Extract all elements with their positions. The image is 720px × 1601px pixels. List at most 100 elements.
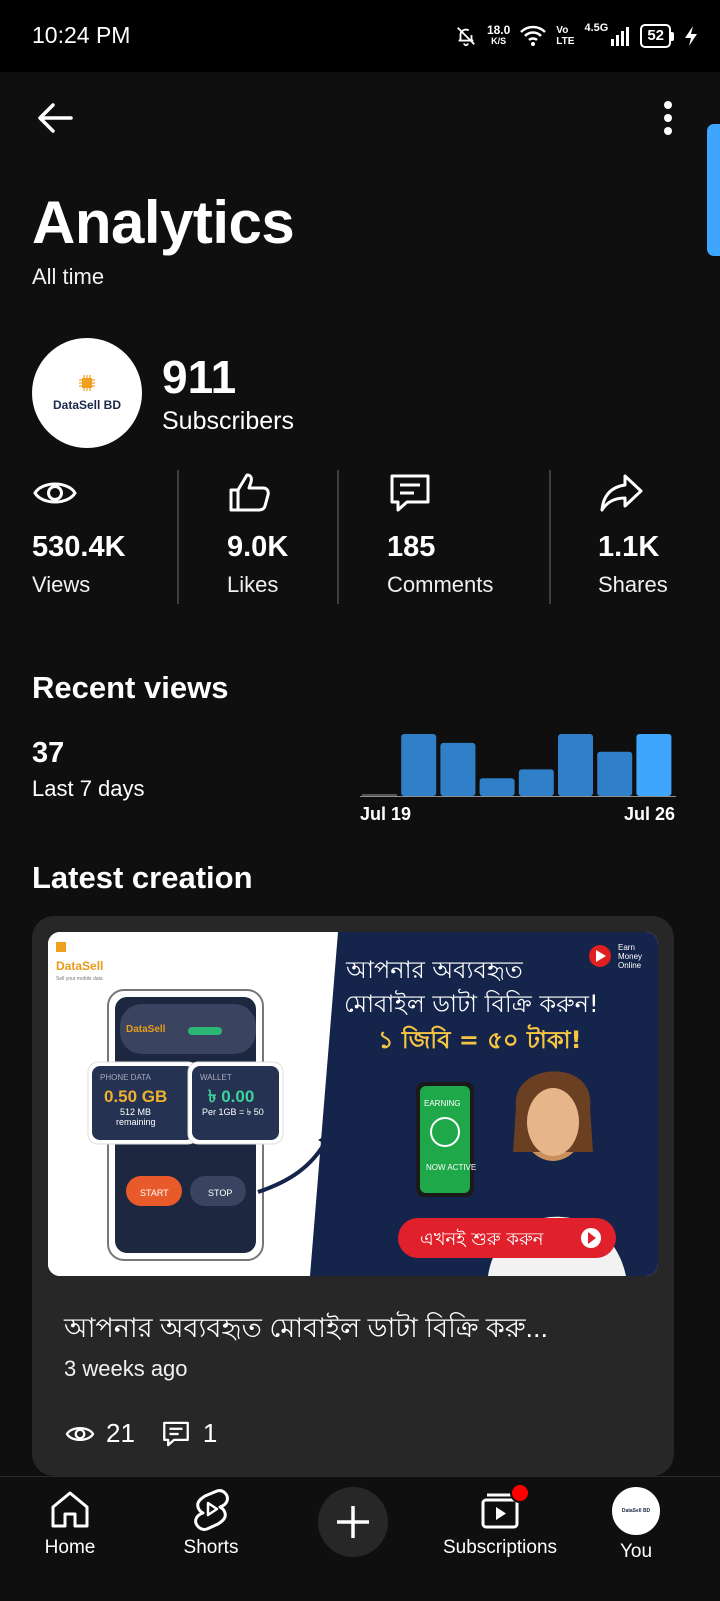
recent-views-chart[interactable]: Jul 19 Jul 26	[360, 730, 676, 830]
eye-icon	[65, 1426, 95, 1441]
stat-divider	[549, 470, 551, 604]
network-speed: 18.0 K/S	[486, 23, 511, 46]
chart-bar	[597, 751, 633, 796]
chart-tick-label: Jul 26	[624, 804, 675, 824]
chip-logo-icon	[79, 375, 95, 391]
recent-views-period: Last 7 days	[32, 776, 145, 801]
nav-subscriptions-label: Subscriptions	[442, 1537, 558, 1558]
brand-chip-icon	[56, 942, 66, 952]
chart-bar	[636, 734, 672, 796]
svg-text:PHONE DATA: PHONE DATA	[100, 1073, 151, 1082]
share-icon	[600, 474, 643, 512]
more-options-button[interactable]	[650, 96, 686, 140]
battery-indicator: 52	[640, 24, 674, 48]
home-icon	[51, 1491, 89, 1528]
more-vertical-icon	[664, 101, 672, 135]
charging-icon	[685, 26, 697, 46]
stat-shares[interactable]: 1.1K Shares	[598, 470, 668, 604]
svg-text:NOW ACTIVE: NOW ACTIVE	[426, 1163, 476, 1172]
brand-name: DataSell	[56, 959, 103, 973]
chart-bar	[401, 734, 437, 796]
page-subtitle: All time	[32, 264, 105, 289]
shares-value: 1.1K	[598, 531, 660, 563]
thumb-headline-3: ১ জিবি = ৫০ টাকা!	[378, 1024, 582, 1054]
svg-text:৳ 0.00: ৳ 0.00	[208, 1087, 254, 1106]
svg-text:512 MB: 512 MB	[120, 1107, 151, 1117]
recent-views-heading: Recent views	[32, 670, 229, 705]
status-bar: 10:24 PM 18.0 K/S Vo LTE 4.5G 52	[0, 0, 720, 72]
views-value: 530.4K	[32, 531, 126, 563]
volte-indicator: Vo LTE	[556, 25, 575, 47]
mute-bell-icon	[457, 27, 475, 47]
thumb-headline-2: মোবাইল ডাটা বিক্রি করুন!	[344, 989, 599, 1018]
chart-tick-label: Jul 19	[360, 804, 411, 824]
stat-likes[interactable]: 9.0K Likes	[227, 470, 288, 604]
nav-shorts-label: Shorts	[183, 1537, 239, 1558]
stat-divider	[177, 470, 179, 604]
svg-text:Earn: Earn	[618, 943, 635, 952]
chart-bar	[440, 742, 476, 796]
recent-views-count: 37	[32, 737, 65, 769]
create-button[interactable]	[318, 1487, 388, 1557]
thumb-headline-1: আপনার অব্যবহৃত	[345, 956, 524, 984]
comment-icon	[163, 1421, 189, 1446]
likes-label: Likes	[227, 572, 279, 597]
svg-text:Money: Money	[618, 952, 642, 961]
stat-divider	[337, 470, 339, 604]
plus-icon	[337, 1506, 369, 1538]
shares-label: Shares	[598, 572, 668, 597]
thumbs-up-icon	[229, 473, 270, 512]
chart-bar	[362, 794, 397, 796]
svg-text:START: START	[140, 1188, 169, 1198]
latest-creation-heading: Latest creation	[32, 860, 253, 895]
subscriber-count: 911	[162, 351, 237, 403]
thumbnail-art: DataSell Sell your mobile data DataSell …	[48, 932, 658, 1276]
chart-bar	[518, 769, 554, 796]
avatar-name: DataSell BD	[52, 398, 122, 412]
signal-icon	[611, 27, 630, 46]
video-comments: 1	[202, 1418, 218, 1448]
chart-bar	[479, 778, 515, 796]
brand-tagline: Sell your mobile data	[56, 976, 103, 982]
thumb-cta: এখনই শুরু করুন	[420, 1229, 544, 1250]
video-views: 21	[106, 1418, 135, 1448]
shorts-icon	[194, 1489, 229, 1531]
page-title: Analytics	[32, 189, 295, 256]
video-title[interactable]: আপনার অব্যবহৃত মোবাইল ডাটা বিক্রি করু...	[64, 1308, 548, 1353]
comments-label: Comments	[387, 572, 494, 597]
channel-avatar[interactable]: DataSell BD	[32, 338, 142, 448]
nav-home-label: Home	[44, 1537, 96, 1558]
svg-text:STOP: STOP	[208, 1188, 232, 1198]
stat-views[interactable]: 530.4K Views	[32, 470, 126, 604]
back-arrow-icon	[38, 103, 73, 133]
video-age: 3 weeks ago	[64, 1356, 188, 1381]
network-type: 4.5G	[584, 22, 609, 34]
svg-text:0.50 GB: 0.50 GB	[104, 1087, 167, 1106]
stat-comments[interactable]: 185 Comments	[387, 470, 493, 604]
status-icons: 18.0 K/S Vo LTE 4.5G 52	[455, 18, 698, 54]
notification-dot	[510, 1483, 530, 1503]
nav-home[interactable]: Home	[40, 1487, 100, 1559]
subscriber-label: Subscribers	[162, 407, 294, 435]
you-avatar-text: DataSell BD	[621, 1508, 651, 1514]
video-thumbnail[interactable]: DataSell Sell your mobile data DataSell …	[48, 932, 658, 1276]
svg-text:remaining: remaining	[116, 1117, 156, 1127]
svg-text:WALLET: WALLET	[200, 1073, 232, 1082]
nav-shorts[interactable]: Shorts	[176, 1487, 246, 1559]
svg-text:Online: Online	[618, 961, 642, 970]
nav-subscriptions[interactable]: Subscriptions	[434, 1483, 566, 1559]
svg-text:Per 1GB = ৳ 50: Per 1GB = ৳ 50	[202, 1107, 264, 1117]
you-avatar: DataSell BD	[612, 1487, 660, 1535]
views-label: Views	[32, 572, 91, 597]
likes-value: 9.0K	[227, 531, 289, 563]
video-stats: 21 1	[64, 1418, 217, 1449]
comment-icon	[390, 474, 430, 512]
status-time: 10:24 PM	[32, 22, 131, 48]
scrollbar-thumb[interactable]	[707, 124, 720, 256]
nav-you-label: You	[619, 1541, 653, 1562]
svg-text:DataSell: DataSell	[126, 1024, 166, 1035]
svg-text:EARNING: EARNING	[424, 1099, 460, 1108]
nav-you[interactable]: DataSell BD You	[606, 1487, 666, 1563]
back-button[interactable]	[30, 96, 80, 140]
chart-bar	[558, 734, 593, 796]
